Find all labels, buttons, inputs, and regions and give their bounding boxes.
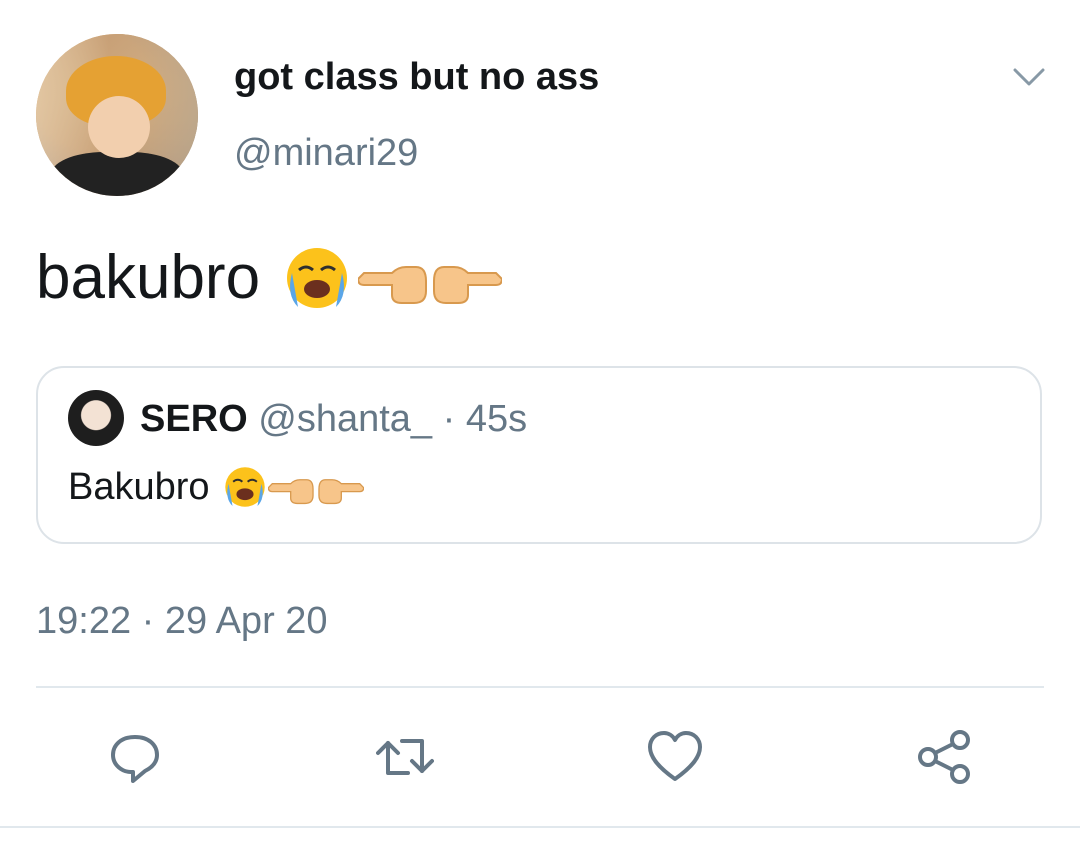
pointing-left-icon (358, 265, 428, 304)
share-button[interactable] (916, 728, 974, 786)
reply-icon (111, 735, 159, 783)
author-handle[interactable]: @minari29 (234, 132, 418, 175)
pointing-left-icon (267, 479, 314, 505)
tweet-text-content: bakubro (36, 243, 261, 312)
pointing-right-icon (317, 479, 364, 505)
tweet-timestamp[interactable]: 19:22 · 29 Apr 20 (36, 600, 328, 643)
retweet-button[interactable] (376, 728, 434, 786)
share-icon (918, 730, 970, 784)
divider (0, 826, 1080, 828)
reply-button[interactable] (106, 728, 164, 786)
author-display-name[interactable]: got class but no ass (234, 56, 599, 99)
quoted-header: SERO @shanta_ · 45s (140, 398, 527, 441)
like-icon (648, 731, 702, 781)
author-avatar[interactable] (36, 34, 198, 196)
tweet-text: bakubro (36, 242, 503, 313)
divider (36, 686, 1044, 688)
quoted-author-avatar[interactable] (68, 390, 124, 446)
chevron-down-icon[interactable] (1012, 66, 1046, 88)
quoted-text-content: Bakubro (68, 465, 210, 508)
pointing-right-icon (433, 265, 503, 304)
loudly-crying-face-icon (224, 467, 265, 507)
quoted-tweet-card[interactable]: SERO @shanta_ · 45s Bakubro (36, 366, 1042, 544)
retweet-icon (376, 739, 434, 775)
quoted-author-name: SERO (140, 398, 248, 440)
loudly-crying-face-icon (287, 247, 348, 308)
quoted-text: Bakubro (68, 464, 364, 510)
like-button[interactable] (646, 728, 704, 786)
quoted-meta: @shanta_ · 45s (258, 398, 528, 440)
